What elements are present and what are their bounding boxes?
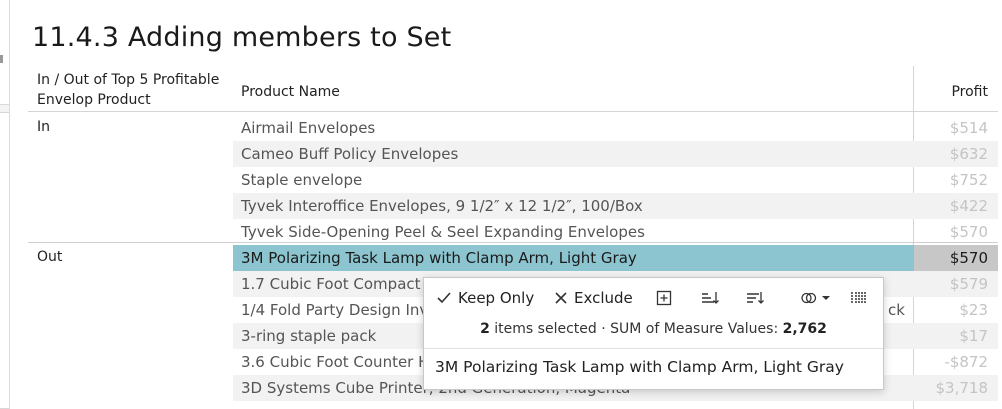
profit-cell: $23 — [959, 301, 988, 319]
add-set-icon — [656, 290, 672, 306]
summary-measure-label: SUM of Measure Values: — [610, 321, 779, 337]
chevron-down-icon — [822, 296, 830, 300]
selection-count-label: items selected — [494, 321, 597, 337]
left-pane-segment — [0, 112, 9, 409]
product-name-cell: Staple envelope — [241, 171, 363, 189]
header-set-dimension[interactable]: In / Out of Top 5 Profitable Envelop Pro… — [37, 70, 237, 110]
group-members-button[interactable] — [800, 287, 831, 309]
summary-separator: · — [601, 321, 606, 337]
table-row[interactable]: Airmail Envelopes $514 — [233, 115, 998, 141]
product-name-cell: Tyvek Side-Opening Peel & Seel Expanding… — [241, 223, 645, 241]
sort-ascending-icon — [702, 292, 719, 304]
keep-only-label: Keep Only — [458, 289, 535, 307]
sort-descending-button[interactable] — [746, 287, 764, 309]
selection-count: 2 — [480, 321, 490, 337]
header-product-name[interactable]: Product Name — [241, 82, 340, 102]
selection-tooltip: Keep Only Exclude 2 items selected · SUM… — [423, 277, 884, 390]
tooltip-toolbar: Keep Only Exclude — [424, 278, 883, 316]
product-name-cell: 3M Polarizing Task Lamp with Clamp Arm, … — [241, 249, 637, 267]
header-profit[interactable]: Profit — [916, 82, 988, 102]
product-name-cell: Cameo Buff Policy Envelopes — [241, 145, 459, 163]
product-name-cell-overflow: ck — [888, 301, 905, 319]
view-data-button[interactable] — [850, 287, 868, 309]
tooltip-divider — [424, 348, 883, 349]
exclude-button[interactable]: Exclude — [554, 287, 633, 309]
profit-cell: -$872 — [944, 353, 988, 371]
profit-cell: $3,718 — [935, 379, 989, 397]
view-data-icon — [851, 292, 867, 303]
header-divider — [28, 111, 998, 112]
sort-descending-icon — [747, 292, 764, 304]
product-name-cell: 1.7 Cubic Foot Compact “ — [241, 275, 434, 293]
create-set-button[interactable] — [656, 287, 672, 309]
table-row-selected[interactable]: 3M Polarizing Task Lamp with Clamp Arm, … — [233, 245, 998, 271]
profit-cell: $632 — [949, 145, 988, 163]
product-name-cell: 3-ring staple pack — [241, 327, 377, 345]
product-name-cell: 1/4 Fold Party Design Inv — [241, 301, 429, 319]
exclude-label: Exclude — [574, 289, 633, 307]
profit-cell: $752 — [949, 171, 988, 189]
product-name-cell: 3.6 Cubic Foot Counter H — [241, 353, 430, 371]
pane-indicator — [0, 55, 3, 63]
table-row[interactable]: Cameo Buff Policy Envelopes $632 — [233, 141, 998, 167]
table-row[interactable]: Tyvek Interoffice Envelopes, 9 1/2″ x 12… — [233, 193, 998, 219]
keep-only-button[interactable]: Keep Only — [436, 287, 534, 309]
profit-cell: $422 — [949, 197, 988, 215]
table-row[interactable]: Staple envelope $752 — [233, 167, 998, 193]
group-members-icon — [801, 292, 817, 304]
selection-summary: 2 items selected · SUM of Measure Values… — [424, 321, 883, 337]
profit-cell: $579 — [949, 275, 988, 293]
product-name-cell: Tyvek Interoffice Envelopes, 9 1/2″ x 12… — [241, 197, 643, 215]
left-pane-strip — [0, 0, 10, 409]
left-pane-segment — [0, 0, 9, 105]
tooltip-product-name: 3M Polarizing Task Lamp with Clamp Arm, … — [435, 358, 844, 376]
group-label-out[interactable]: Out — [37, 249, 62, 265]
summary-measure-value: 2,762 — [782, 321, 827, 337]
profit-cell: $17 — [959, 327, 988, 345]
profit-cell: $570 — [949, 223, 988, 241]
table-row[interactable]: Tyvek Side-Opening Peel & Seel Expanding… — [233, 219, 998, 245]
profit-cell: $514 — [949, 119, 988, 137]
sheet-title: 11.4.3 Adding members to Set — [32, 22, 452, 53]
sort-ascending-button[interactable] — [701, 287, 719, 309]
x-icon — [555, 292, 567, 304]
product-name-cell: Airmail Envelopes — [241, 119, 376, 137]
check-icon — [437, 292, 451, 304]
profit-cell: $570 — [914, 245, 998, 271]
group-label-in[interactable]: In — [37, 119, 50, 135]
